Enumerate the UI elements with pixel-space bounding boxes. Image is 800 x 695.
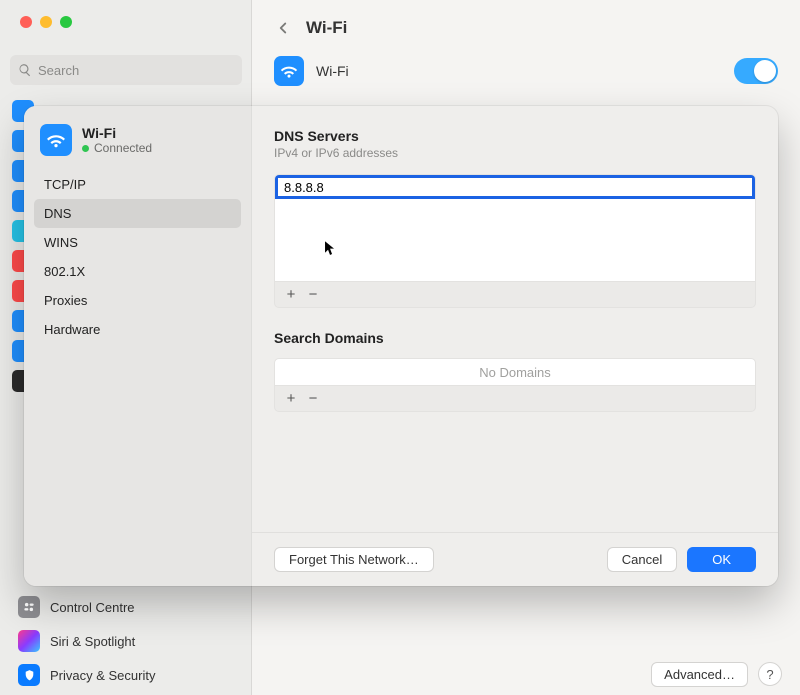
dns-list-footer: + − [274,282,756,308]
wifi-advanced-sheet: Wi-Fi Connected TCP/IPDNSWINS802.1XProxi… [24,106,778,586]
add-search-domain-button[interactable]: + [281,389,301,409]
sheet-tab-hardware[interactable]: Hardware [34,315,241,344]
search-domains-title: Search Domains [274,330,756,346]
sheet-status-label: Connected [94,141,152,155]
cursor-icon [324,240,337,258]
sidebar-item-label: Siri & Spotlight [50,634,135,649]
ok-button[interactable]: OK [687,547,756,572]
help-button[interactable]: ? [758,662,782,686]
sheet-header: Wi-Fi Connected [34,120,241,170]
minimize-window-button[interactable] [40,16,52,28]
sheet-status: Connected [82,141,152,155]
search-domains-footer: + − [274,386,756,412]
privacy-icon [18,664,40,686]
sheet-main: DNS Servers IPv4 or IPv6 addresses + − S… [252,106,778,586]
search-icon [18,63,32,77]
sheet-tab-tcp-ip[interactable]: TCP/IP [34,170,241,199]
sidebar-item-label: Privacy & Security [50,668,155,683]
close-window-button[interactable] [20,16,32,28]
sidebar-item-siri-spotlight[interactable]: Siri & Spotlight [10,624,242,658]
search-placeholder: Search [38,63,79,78]
wifi-toggle[interactable] [734,58,778,84]
window-controls [20,16,72,28]
dns-section-subtitle: IPv4 or IPv6 addresses [274,146,756,160]
dns-server-row[interactable] [275,175,755,199]
status-dot-icon [82,145,89,152]
remove-search-domain-button[interactable]: − [303,389,323,409]
cancel-button[interactable]: Cancel [607,547,677,572]
wifi-icon [274,56,304,86]
dns-servers-list[interactable] [274,174,756,282]
sidebar-items-visible: Control Centre Siri & Spotlight Privacy … [10,590,242,692]
dns-section-title: DNS Servers [274,128,756,144]
search-domains-empty: No Domains [479,365,551,380]
sheet-tab-dns[interactable]: DNS [34,199,241,228]
control-centre-icon [18,596,40,618]
wifi-master-row: Wi-Fi [252,48,800,94]
page-title: Wi-Fi [306,18,347,38]
add-dns-button[interactable]: + [281,285,301,305]
wifi-icon [40,124,72,156]
siri-icon [18,630,40,652]
search-domains-list[interactable]: No Domains [274,358,756,386]
forget-network-button[interactable]: Forget This Network… [274,547,434,572]
sidebar-item-label: Control Centre [50,600,135,615]
back-button-icon[interactable] [274,19,292,37]
sidebar-item-control-centre[interactable]: Control Centre [10,590,242,624]
main-header: Wi-Fi [252,0,800,48]
sheet-title: Wi-Fi [82,125,152,141]
sheet-sidebar: Wi-Fi Connected TCP/IPDNSWINS802.1XProxi… [24,106,252,586]
sheet-tab-802-1x[interactable]: 802.1X [34,257,241,286]
sheet-tab-wins[interactable]: WINS [34,228,241,257]
advanced-button[interactable]: Advanced… [651,662,748,687]
sheet-tabs: TCP/IPDNSWINS802.1XProxiesHardware [34,170,241,344]
sidebar-search-input[interactable]: Search [10,55,242,85]
dns-server-input[interactable] [278,180,752,195]
fullscreen-window-button[interactable] [60,16,72,28]
wifi-label: Wi-Fi [316,63,722,79]
sheet-footer: Forget This Network… Cancel OK [252,532,778,586]
remove-dns-button[interactable]: − [303,285,323,305]
sheet-tab-proxies[interactable]: Proxies [34,286,241,315]
sidebar-item-privacy-security[interactable]: Privacy & Security [10,658,242,692]
